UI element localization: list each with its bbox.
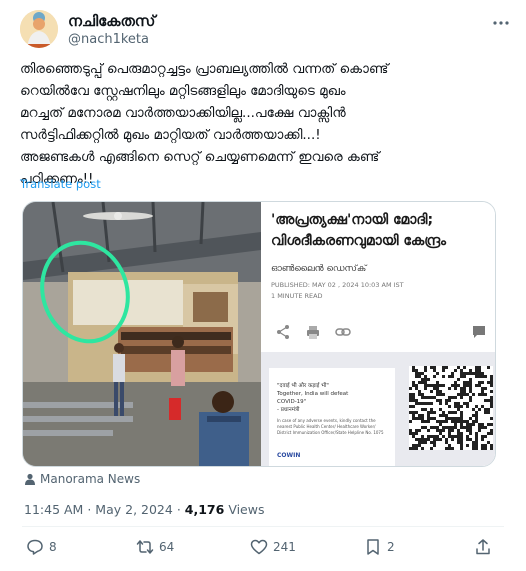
more-options-icon[interactable] — [492, 14, 510, 36]
comment-icon — [471, 324, 487, 340]
avatar-illustration — [20, 10, 58, 48]
tweet-date[interactable]: May 2, 2024 — [95, 502, 173, 517]
article-read-time: 1 MINUTE READ — [271, 292, 323, 300]
certificate-hindi-quote: "दवाई भी और कड़ाई भी" — [277, 383, 329, 389]
tweet-time[interactable]: 11:45 AM — [24, 502, 83, 517]
tweet-text-line: അജണ്ടകൾ എങ്ങിനെ സെറ്റ് ചെയ്യണമെന്ന് ഇവരെ… — [20, 149, 380, 165]
tweet-text: തിരഞ്ഞെടുപ്പ് പെരുമാറ്റച്ചട്ടം പ്രാബല്യത… — [20, 58, 498, 190]
railway-station-photo[interactable] — [23, 202, 261, 466]
article-title: 'അപ്രത്യക്ഷ'നായി മോദി; വിശദീകരണവുമായി കേ… — [271, 210, 491, 252]
share-button[interactable] — [474, 538, 492, 556]
tweet-text-line: മറച്ചത് മനോരമ വാർത്തയാക്കിയില്ല...പക്ഷേ … — [20, 105, 346, 121]
tweet-text-line: റെയിൽവേ സ്റ്റേഷനിലും മറ്റിടങ്ങളിലും മോദി… — [20, 83, 346, 99]
bookmark-count: 2 — [387, 540, 395, 554]
certificate-signature: - प्रधानमंत्री — [277, 407, 300, 413]
article-title-line: വിശദീകരണവുമായി കേന്ദ്രം — [271, 233, 446, 249]
views-count: 4,176 — [184, 502, 225, 517]
tweet-text-line: തിരഞ്ഞെടുപ്പ് പെരുമാറ്റച്ചട്ടം പ്രാബല്യത… — [20, 61, 389, 77]
media-source-label: Manorama News — [40, 472, 141, 486]
reply-count: 8 — [49, 540, 57, 554]
qr-code-image — [409, 366, 493, 450]
certificate-quote: "दवाई भी और कड़ाई भी" Together, India wi… — [277, 382, 387, 414]
certificate-note: In case of any adverse events, kindly co… — [277, 418, 384, 435]
tweet-actions: 8 64 241 2 — [22, 538, 498, 560]
article-author: ഓൺലൈൻ ഡെസ്‌ക് — [271, 264, 367, 274]
reply-button[interactable]: 8 — [26, 538, 57, 556]
like-count: 241 — [273, 540, 296, 554]
repost-icon — [136, 540, 154, 554]
article-action-icons — [271, 324, 491, 344]
tweet-text-line: സർട്ടിഫിക്കറ്റിൽ മുഖം മാറ്റിയത് വാർത്തയാ… — [20, 127, 321, 143]
repost-button[interactable]: 64 — [136, 538, 174, 556]
separator: · — [87, 502, 92, 517]
views-label: Views — [228, 502, 265, 517]
print-icon — [305, 324, 321, 340]
like-button[interactable]: 241 — [250, 538, 296, 556]
reply-icon — [27, 539, 43, 555]
share-upload-icon — [476, 539, 490, 555]
article-meta: PUBLISHED: MAY 02 , 2024 10:03 AM IST 1 … — [271, 280, 404, 302]
share-icon — [275, 324, 291, 340]
news-article-preview: 'അപ്രത്യക്ഷ'നായി മോദി; വിശദീകരണവുമായി കേ… — [261, 202, 495, 466]
tweet-header: നചികേതസ് @nach1keta — [20, 10, 510, 50]
certificate-english-line: Together, India will defeat — [277, 391, 349, 397]
certificate-card: "दवाई भी और कड़ाई भी" Together, India wi… — [269, 368, 395, 466]
vaccine-certificate-image: "दवाई भी और कड़ाई भी" Together, India wi… — [261, 352, 495, 466]
tweet-stats: 11:45 AM · May 2, 2024 · 4,176 Views — [24, 502, 265, 517]
article-published: PUBLISHED: MAY 02 , 2024 10:03 AM IST — [271, 281, 404, 289]
translate-post-link[interactable]: Translate post — [20, 177, 101, 191]
media-source[interactable]: Manorama News — [24, 472, 140, 488]
link-icon — [335, 324, 351, 340]
certificate-english-line: COVID-19" — [277, 399, 307, 405]
separator: · — [176, 502, 181, 517]
bookmark-icon — [367, 539, 379, 555]
cowin-logo: COWIN — [277, 452, 301, 459]
user-handle[interactable]: @nach1keta — [68, 31, 155, 48]
avatar[interactable] — [20, 10, 58, 48]
article-title-line: 'അപ്രത്യക്ഷ'നായി മോദി; — [271, 212, 434, 228]
display-name[interactable]: നചികേതസ് — [68, 12, 155, 31]
divider — [22, 526, 504, 527]
repost-count: 64 — [159, 540, 175, 554]
bookmark-button[interactable]: 2 — [364, 538, 395, 556]
heart-icon — [250, 539, 268, 555]
tweet-media[interactable]: 'അപ്രത്യക്ഷ'നായി മോദി; വിശദീകരണവുമായി കേ… — [22, 201, 496, 467]
person-icon — [24, 473, 36, 488]
